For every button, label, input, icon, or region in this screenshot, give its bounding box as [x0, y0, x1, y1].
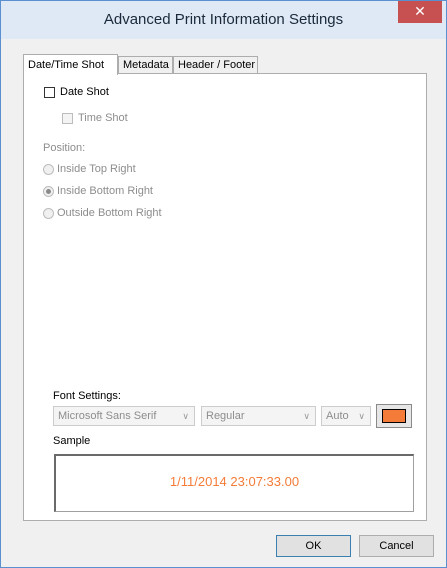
title-bar[interactable]: Advanced Print Information Settings ✕: [1, 1, 446, 39]
font-size-select[interactable]: Auto ∨: [321, 406, 371, 426]
chevron-down-icon: ∨: [182, 411, 189, 421]
radio-inside-top-right-circle[interactable]: [43, 163, 54, 175]
sample-text: 1/11/2014 23:07:33.00: [169, 474, 300, 489]
radio-inside-bottom-right[interactable]: Inside Bottom Right: [43, 185, 153, 197]
tab-date-time-shot[interactable]: Date/Time Shot: [23, 54, 118, 75]
time-shot-label: Time Shot: [78, 112, 128, 124]
cancel-button[interactable]: Cancel: [359, 535, 434, 557]
position-label: Position:: [43, 142, 86, 154]
font-color-button[interactable]: [376, 404, 412, 428]
chevron-down-icon: ∨: [303, 411, 310, 421]
radio-inside-bottom-right-label: Inside Bottom Right: [57, 185, 153, 197]
window-title: Advanced Print Information Settings: [103, 11, 344, 28]
time-shot-checkbox-box[interactable]: [62, 112, 73, 124]
date-shot-checkbox-box[interactable]: [44, 86, 55, 98]
tab-header-footer[interactable]: Header / Footer: [173, 56, 258, 74]
sample-label: Sample: [53, 435, 91, 447]
chevron-down-icon: ∨: [358, 411, 365, 421]
font-family-value: Microsoft Sans Serif: [58, 410, 157, 422]
sample-preview: 1/11/2014 23:07:33.00: [54, 454, 414, 512]
font-settings-label: Font Settings:: [53, 390, 121, 402]
date-shot-label: Date Shot: [60, 86, 109, 98]
time-shot-checkbox[interactable]: Time Shot: [62, 112, 128, 124]
radio-outside-bottom-right-label: Outside Bottom Right: [57, 207, 162, 219]
font-style-value: Regular: [206, 410, 245, 422]
tab-metadata[interactable]: Metadata: [118, 56, 173, 74]
radio-inside-bottom-right-circle[interactable]: [43, 185, 54, 197]
radio-outside-bottom-right[interactable]: Outside Bottom Right: [43, 207, 162, 219]
date-shot-checkbox[interactable]: Date Shot: [44, 86, 109, 98]
tab-panel-date-time-shot: Date Shot Time Shot Position: Inside Top…: [23, 73, 427, 521]
radio-outside-bottom-right-circle[interactable]: [43, 207, 54, 219]
dialog-window: Advanced Print Information Settings ✕ Da…: [0, 0, 447, 568]
font-size-value: Auto: [326, 410, 349, 422]
radio-inside-top-right-label: Inside Top Right: [57, 163, 136, 175]
ok-button[interactable]: OK: [276, 535, 351, 557]
radio-inside-top-right[interactable]: Inside Top Right: [43, 163, 136, 175]
close-icon: ✕: [414, 3, 426, 19]
font-family-select[interactable]: Microsoft Sans Serif ∨: [53, 406, 195, 426]
close-button[interactable]: ✕: [398, 1, 442, 23]
font-style-select[interactable]: Regular ∨: [201, 406, 316, 426]
font-color-swatch: [382, 409, 406, 423]
